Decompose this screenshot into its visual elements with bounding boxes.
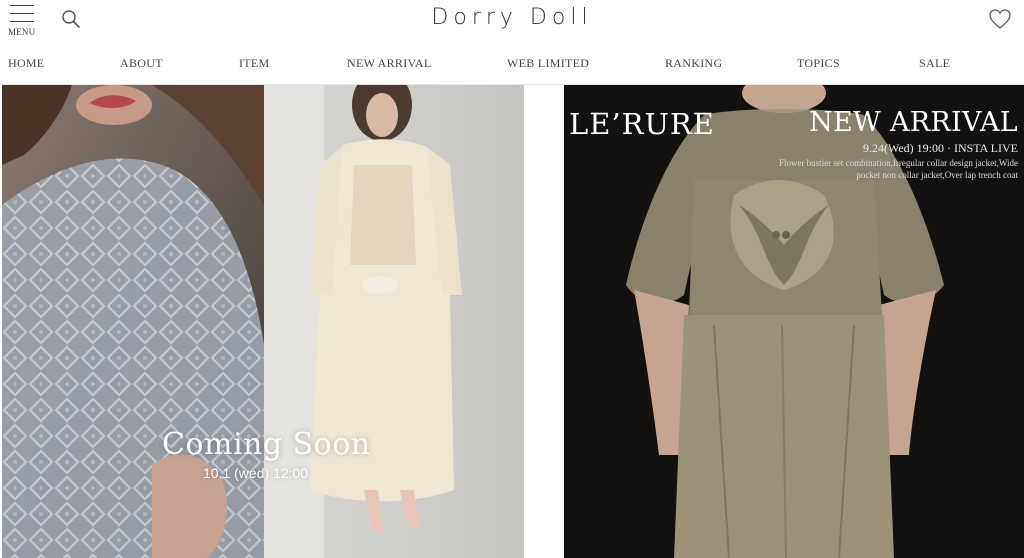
nav-web-limited[interactable]: WEB LIMITED: [507, 56, 589, 71]
nav-sale[interactable]: SALE: [919, 56, 950, 71]
banner-new-arrival[interactable]: LE’RURE NEW ARRIVAL 9.24(Wed) 19:00 · IN…: [564, 85, 1024, 558]
banner-title: Coming Soon: [162, 427, 371, 462]
nav-new-arrival[interactable]: NEW ARRIVAL: [347, 56, 432, 71]
banner-brand: LE’RURE: [569, 107, 715, 141]
banner-title: NEW ARRIVAL: [809, 107, 1018, 138]
nav-ranking[interactable]: RANKING: [665, 56, 722, 71]
heart-icon[interactable]: [988, 8, 1012, 30]
banner-description: Flower bustier set combination,Irregular…: [778, 158, 1018, 180]
banner-left-image: [2, 85, 524, 558]
global-nav: HOME ABOUT ITEM NEW ARRIVAL WEB LIMITED …: [0, 56, 1024, 72]
nav-topics[interactable]: TOPICS: [797, 56, 840, 71]
nav-home[interactable]: HOME: [8, 56, 45, 71]
banner-live-info: 9.24(Wed) 19:00 · INSTA LIVE: [862, 141, 1018, 155]
nav-about[interactable]: ABOUT: [120, 56, 163, 71]
site-logo[interactable]: Dorry Doll: [0, 5, 1024, 30]
banner-coming-soon[interactable]: Coming Soon 10.1 (wed) 12:00: [2, 85, 524, 558]
nav-item[interactable]: ITEM: [239, 56, 270, 71]
banner-date: 10.1 (wed) 12:00: [203, 465, 309, 481]
